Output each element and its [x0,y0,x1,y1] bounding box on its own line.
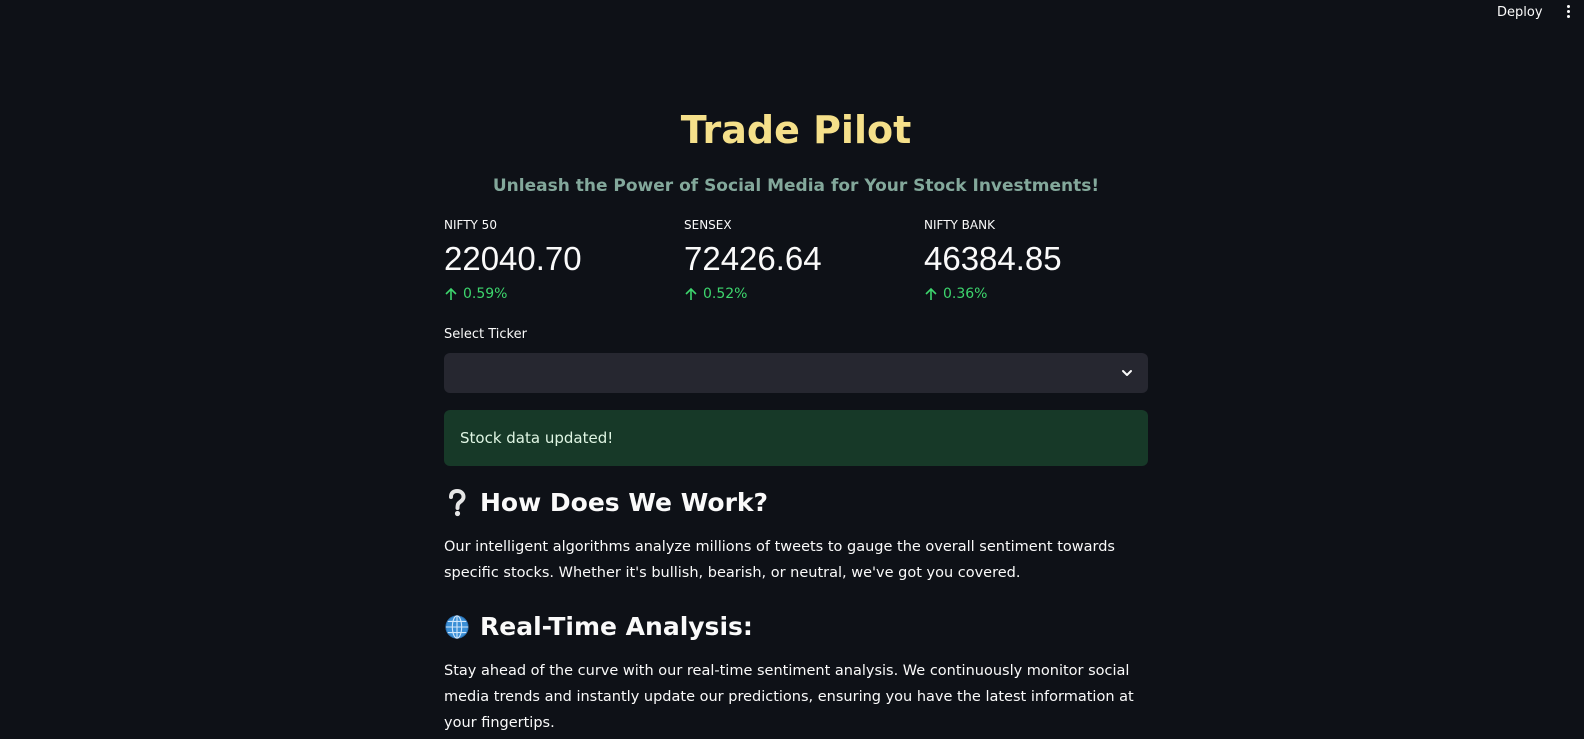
page-title: Trade Pilot [680,108,912,152]
success-alert: Stock data updated! [444,410,1148,466]
metric-delta: 0.59% [444,286,674,302]
chevron-down-icon[interactable] [1120,366,1134,380]
metric-label: NIFTY 50 [444,218,497,232]
metric-value: 72426.64 [684,240,822,277]
section-body-how-we-work: Our intelligent algorithms analyze milli… [444,539,1115,581]
metric-delta: 0.52% [684,286,914,302]
metric-value: 22040.70 [444,240,582,277]
globe-icon [445,614,469,639]
section-body-real-time: Stay ahead of the curve with our real-ti… [444,663,1134,731]
metric-delta-value: 0.59% [463,286,508,302]
section-heading-how-we-work: How Does We Work? [444,488,768,517]
metric-delta: 0.36% [924,286,1154,302]
metric-delta-value: 0.36% [943,286,988,302]
metric-sensex: SENSEX 72426.64 0.52% [684,218,914,302]
ticker-select[interactable] [444,353,1148,393]
page-subtitle: Unleash the Power of Social Media for Yo… [492,176,1100,196]
arrow-up-icon [445,287,457,300]
metric-value: 46384.85 [924,240,1062,277]
question-mark-icon [449,488,466,516]
arrow-up-icon [685,287,697,300]
more-options-icon[interactable] [1564,5,1572,21]
ticker-select-label: Select Ticker [444,327,527,342]
metric-delta-value: 0.52% [703,286,748,302]
alert-message: Stock data updated! [460,429,614,447]
arrow-up-icon [925,287,937,300]
metric-nifty-50: NIFTY 50 22040.70 0.59% [444,218,674,302]
metric-label: SENSEX [684,218,732,232]
top-toolbar: Deploy [0,0,1584,28]
metric-label: NIFTY BANK [924,218,995,232]
section-heading-text: How Does We Work? [480,488,769,517]
deploy-button[interactable]: Deploy [1497,5,1543,20]
metric-nifty-bank: NIFTY BANK 46384.85 0.36% [924,218,1154,302]
section-heading-text: Real-Time Analysis: [480,612,753,641]
section-heading-real-time: Real-Time Analysis: [444,612,753,641]
